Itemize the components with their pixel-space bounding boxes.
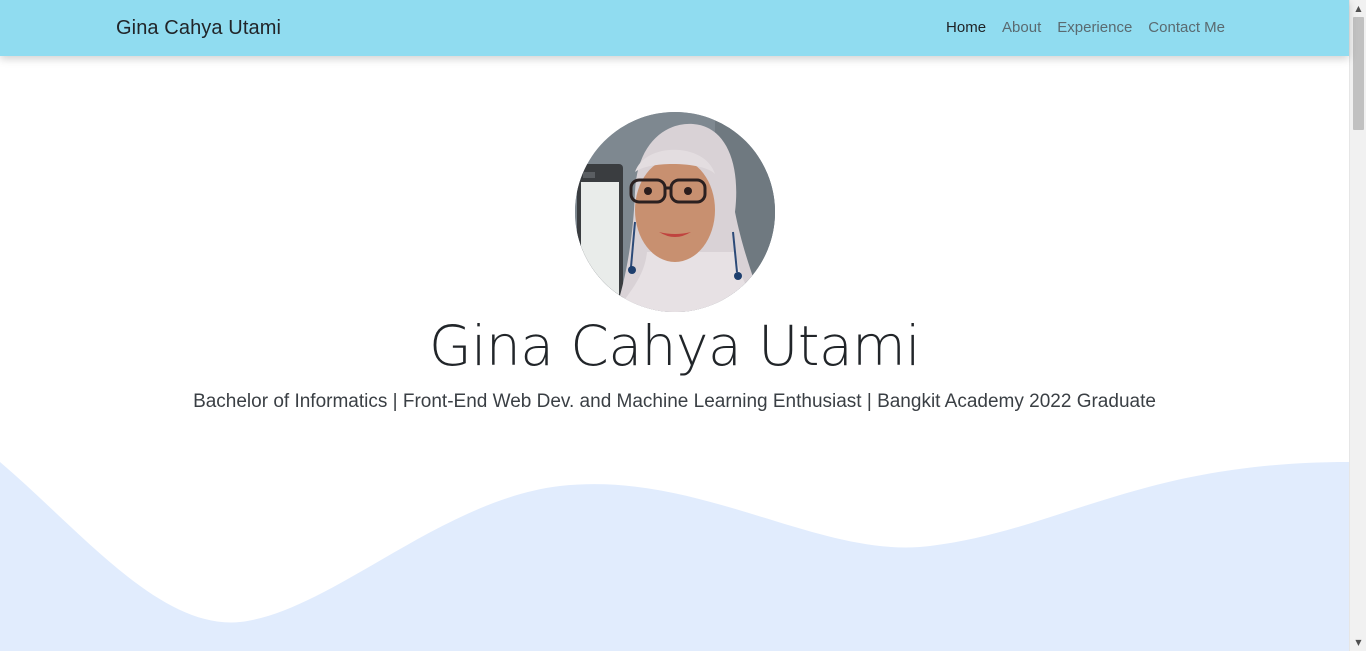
nav-experience[interactable]: Experience xyxy=(1057,19,1132,36)
nav-links: Home About Experience Contact Me xyxy=(946,19,1225,36)
scroll-up-icon[interactable]: ▲ xyxy=(1350,0,1366,17)
nav-about[interactable]: About xyxy=(1002,19,1041,36)
scroll-thumb[interactable] xyxy=(1353,17,1364,130)
navbar: Gina Cahya Utami Home About Experience C… xyxy=(0,0,1349,56)
wave-background xyxy=(0,462,1349,651)
page: Gina Cahya Utami Home About Experience C… xyxy=(0,0,1366,651)
profile-photo-icon xyxy=(575,112,775,312)
nav-home[interactable]: Home xyxy=(946,19,986,36)
vertical-scrollbar[interactable]: ▲ ▼ xyxy=(1349,0,1366,651)
hero-subtitle: Bachelor of Informatics | Front-End Web … xyxy=(193,391,1156,412)
scroll-down-icon[interactable]: ▼ xyxy=(1350,634,1366,651)
hero-name: Gina Cahya Utami xyxy=(428,314,921,378)
brand-link[interactable]: Gina Cahya Utami xyxy=(116,17,281,40)
profile-avatar xyxy=(575,112,775,312)
nav-contact-me[interactable]: Contact Me xyxy=(1148,19,1225,36)
